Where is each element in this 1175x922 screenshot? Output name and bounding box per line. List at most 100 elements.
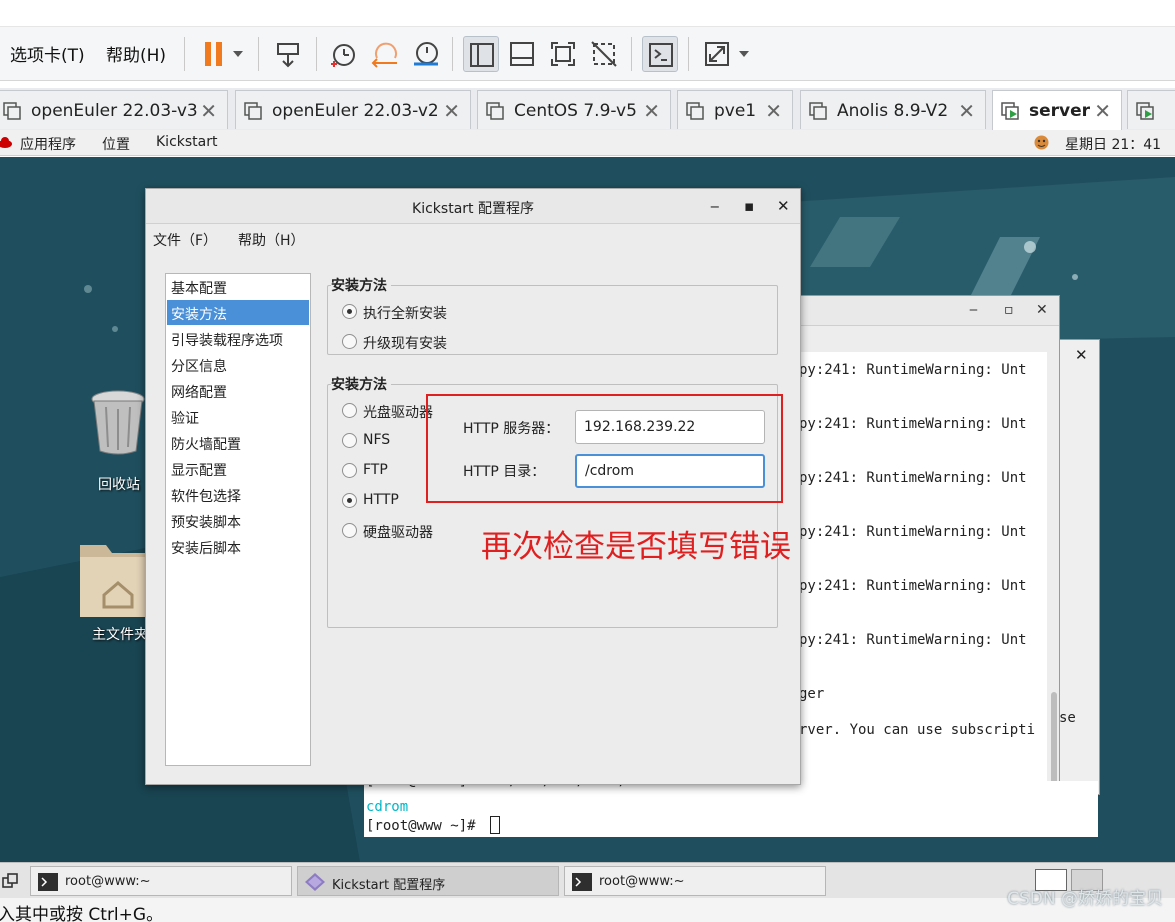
terminal-window[interactable]: ‒ ▫ ✕ py:241: RuntimeWarning: Unt py:241…	[792, 295, 1060, 795]
close-icon[interactable]: ✕	[443, 99, 460, 123]
close-icon[interactable]: ✕	[643, 99, 660, 123]
clock[interactable]: 星期日 21：41	[1065, 134, 1161, 154]
vm-tab-openeuler-v3[interactable]: openEuler 22.03-v3 ✕	[0, 90, 228, 129]
taskbar-item-terminal-1[interactable]: root@www:~	[30, 866, 292, 896]
terminal-titlebar[interactable]: ‒ ▫ ✕	[793, 296, 1059, 326]
vm-icon	[486, 102, 504, 120]
vm-icon	[686, 102, 704, 120]
terminal-line: py:241: RuntimeWarning: Unt	[799, 524, 1027, 540]
close-icon[interactable]: ✕	[200, 99, 217, 123]
close-icon[interactable]: ✕	[958, 99, 975, 123]
close-icon[interactable]: ✕	[1094, 99, 1111, 123]
nav-item-pre-script[interactable]: 预安装脚本	[167, 508, 309, 533]
nav-item-partition[interactable]: 分区信息	[167, 352, 309, 377]
taskbar-item-kickstart[interactable]: Kickstart 配置程序	[297, 866, 559, 896]
terminal-front-output[interactable]: [root@www ~]# ls /var/www/html/ cdrom [r…	[364, 781, 1098, 837]
radio-label: 光盘驱动器	[363, 405, 433, 421]
sidebar-view-icon[interactable]	[463, 36, 499, 72]
send-keys-icon[interactable]	[270, 36, 306, 72]
help-menu[interactable]: 帮助(H)	[106, 41, 166, 66]
stretch-dropdown-icon[interactable]	[739, 51, 749, 57]
radio-button[interactable]	[342, 334, 357, 349]
window-title: Kickstart 配置程序	[412, 201, 534, 217]
nav-item-post-script[interactable]: 安装后脚本	[167, 534, 309, 559]
show-desktop-icon[interactable]	[2, 873, 18, 889]
nav-item-bootloader[interactable]: 引导装载程序选项	[167, 326, 309, 351]
toolbar-separator	[452, 37, 453, 71]
taskbar-label: Kickstart 配置程序	[332, 878, 446, 893]
stretch-icon[interactable]	[699, 36, 735, 72]
close-icon[interactable]: ✕	[765, 99, 782, 123]
file-menu[interactable]: 文件（F）	[153, 230, 217, 250]
snapshot-icon[interactable]	[325, 36, 361, 72]
radio-button[interactable]	[342, 463, 357, 478]
vm-icon	[809, 102, 827, 120]
nav-item-display[interactable]: 显示配置	[167, 456, 309, 481]
pause-icon[interactable]	[196, 36, 232, 72]
vm-tab-server[interactable]: server ✕	[992, 90, 1122, 131]
vm-tab-openeuler-v2[interactable]: openEuler 22.03-v2 ✕	[235, 90, 471, 129]
close-icon[interactable]: ✕	[777, 197, 790, 215]
nav-item-network[interactable]: 网络配置	[167, 378, 309, 403]
close-icon[interactable]: ✕	[1075, 346, 1088, 364]
nav-item-packages[interactable]: 软件包选择	[167, 482, 309, 507]
unity-icon[interactable]	[586, 36, 622, 72]
radio-button[interactable]	[342, 433, 357, 448]
trash-icon[interactable]	[86, 387, 150, 457]
revert-snapshot-icon[interactable]	[367, 36, 403, 72]
places-menu[interactable]: 位置	[102, 134, 130, 154]
vm-tab-anolis[interactable]: Anolis 8.9-V2 ✕	[800, 90, 986, 129]
terminal-line: py:241: RuntimeWarning: Unt	[799, 416, 1027, 432]
guest-taskbar: root@www:~ Kickstart 配置程序 root@www:~	[0, 862, 1175, 898]
full-screen-icon[interactable]	[545, 36, 581, 72]
status-avatar-icon[interactable]	[1034, 135, 1049, 150]
tabs-menu[interactable]: 选项卡(T)	[10, 41, 85, 66]
console-view-icon[interactable]	[642, 36, 678, 72]
terminal-line: py:241: RuntimeWarning: Unt	[799, 632, 1027, 648]
help-menu[interactable]: 帮助（H）	[238, 230, 305, 250]
terminal-line: py:241: RuntimeWarning: Unt	[799, 470, 1027, 486]
terminal-line: py:241: RuntimeWarning: Unt	[799, 578, 1027, 594]
redhat-logo-icon	[0, 137, 12, 148]
vm-title-strip	[0, 0, 1175, 27]
maximize-icon[interactable]: ▫	[1004, 302, 1014, 318]
terminal-cursor	[490, 816, 500, 834]
vm-status-bar: 入其中或按 Ctrl+G。	[0, 898, 1175, 922]
vm-tab-pve1[interactable]: pve1 ✕	[677, 90, 793, 129]
snapshot-manager-icon[interactable]	[408, 36, 444, 72]
radio-label: HTTP	[363, 492, 399, 508]
radio-button[interactable]	[342, 493, 357, 508]
maximize-icon[interactable]: ▪	[744, 197, 754, 215]
nav-item-install-method[interactable]: 安装方法	[167, 300, 309, 325]
terminal-prompt: [root@www ~]#	[366, 818, 485, 834]
minimize-icon[interactable]: ‒	[969, 302, 978, 318]
terminal-scrollbar[interactable]	[1051, 692, 1057, 786]
nav-item-firewall[interactable]: 防火墙配置	[167, 430, 309, 455]
terminal-output[interactable]: py:241: RuntimeWarning: Unt py:241: Runt…	[799, 352, 1047, 792]
vm-tab-label: openEuler 22.03-v2	[272, 101, 439, 121]
terminal-line: rver. You can use subscripti	[799, 722, 1036, 738]
minimize-icon[interactable]: ‒	[710, 197, 720, 215]
kickstart-titlebar[interactable]: Kickstart 配置程序 ‒ ▪ ✕	[146, 189, 800, 224]
close-icon[interactable]: ✕	[1036, 302, 1048, 318]
annotation-text: 再次检查是否填写错误	[481, 529, 791, 565]
terminal-fragment: se	[1059, 710, 1076, 726]
radio-button[interactable]	[342, 523, 357, 538]
nav-item-auth[interactable]: 验证	[167, 404, 309, 429]
active-app-menu[interactable]: Kickstart	[156, 134, 217, 150]
nav-item-basic[interactable]: 基本配置	[167, 274, 309, 299]
terminal-line: ger	[799, 686, 825, 702]
radio-button[interactable]	[342, 304, 357, 319]
applications-menu[interactable]: 应用程序	[20, 134, 76, 154]
pause-dropdown-icon[interactable]	[233, 51, 243, 57]
thumbnail-bar-icon[interactable]	[504, 36, 540, 72]
trash-label: 回收站	[98, 477, 140, 493]
install-source-title: 安装方法	[331, 374, 391, 394]
guest-top-panel: 应用程序 位置 Kickstart 星期日 21：41	[0, 130, 1175, 156]
taskbar-item-terminal-2[interactable]: root@www:~	[564, 866, 826, 896]
radio-button[interactable]	[342, 403, 357, 418]
radio-label: NFS	[363, 432, 391, 448]
vm-tab-centos[interactable]: CentOS 7.9-v5 ✕	[477, 90, 671, 129]
vm-tab-overflow[interactable]	[1127, 90, 1175, 129]
home-folder-label: 主文件夹	[92, 627, 148, 643]
